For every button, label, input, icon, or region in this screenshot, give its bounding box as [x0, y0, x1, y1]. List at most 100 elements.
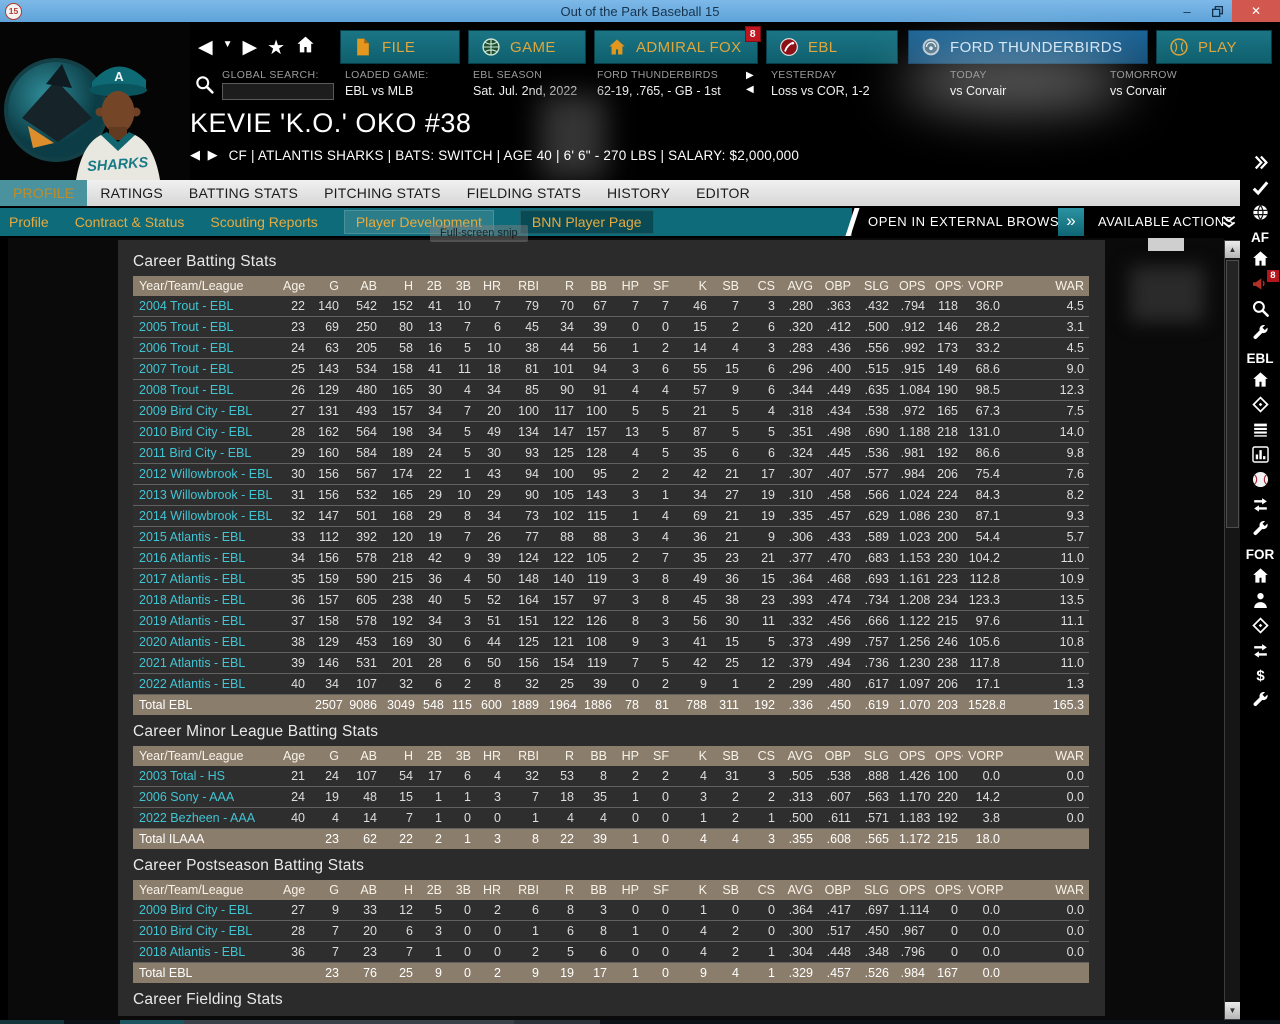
year-team-link[interactable]: 2007 Trout - EBL: [133, 358, 278, 380]
tab-editor[interactable]: EDITOR: [683, 180, 763, 206]
open-external-browser-button[interactable]: OPEN IN EXTERNAL BROWSER: [868, 208, 1078, 236]
column-header: WAR: [1005, 880, 1089, 900]
ebl-transactions-button[interactable]: [1251, 494, 1270, 515]
year-team-link[interactable]: 2015 Atlantis - EBL: [133, 526, 278, 548]
stat-cell: 28.2: [963, 316, 1005, 338]
tab-batting-stats[interactable]: BATTING STATS: [176, 180, 311, 206]
for-transactions-button[interactable]: [1251, 640, 1270, 661]
nav-button-ebl[interactable]: EBL: [766, 30, 898, 64]
year-team-link[interactable]: 2009 Bird City - EBL: [133, 400, 278, 422]
total-cell: 23: [310, 828, 344, 849]
year-team-link[interactable]: 2016 Atlantis - EBL: [133, 547, 278, 569]
scroll-down-button[interactable]: ▼: [1225, 1002, 1240, 1019]
nav-button-admiral-fox[interactable]: ADMIRAL FOX 8: [594, 26, 761, 64]
vertical-scrollbar[interactable]: ▲ ▼: [1224, 240, 1241, 1020]
af-home-button[interactable]: [1251, 248, 1270, 269]
stat-cell: 2: [644, 673, 674, 695]
subtab-profile[interactable]: Profile: [9, 214, 49, 230]
subtab-scouting-reports[interactable]: Scouting Reports: [210, 214, 317, 230]
year-team-link[interactable]: 2012 Willowbrook - EBL: [133, 463, 278, 485]
af-news-button[interactable]: 8: [1251, 270, 1279, 294]
maximize-button[interactable]: [1202, 0, 1232, 22]
stat-cell: 52: [476, 589, 506, 611]
year-team-link[interactable]: 2003 Total - HS: [133, 766, 278, 787]
back-icon[interactable]: ◀: [198, 36, 213, 59]
year-team-link[interactable]: 2010 Bird City - EBL: [133, 920, 278, 942]
nav-button-game[interactable]: GAME: [468, 30, 586, 64]
year-team-link[interactable]: 2019 Atlantis - EBL: [133, 610, 278, 632]
year-team-link[interactable]: 2022 Atlantis - EBL: [133, 673, 278, 695]
close-button[interactable]: ✕: [1232, 0, 1280, 22]
home-icon[interactable]: [295, 34, 316, 60]
tab-ratings[interactable]: RATINGS: [87, 180, 176, 206]
nav-button-file[interactable]: FILE: [340, 30, 460, 64]
scroll-up-button[interactable]: ▲: [1225, 241, 1240, 258]
nav-button-play[interactable]: PLAY: [1156, 30, 1272, 64]
year-team-link[interactable]: 2018 Atlantis - EBL: [133, 941, 278, 963]
year-team-link[interactable]: 2006 Sony - AAA: [133, 786, 278, 808]
year-team-link[interactable]: 2011 Bird City - EBL: [133, 442, 278, 464]
tab-profile[interactable]: PROFILE: [0, 180, 88, 206]
stat-cell: 38: [712, 589, 744, 611]
year-team-link[interactable]: 2022 Bezheen - AAA: [133, 807, 278, 829]
available-actions-button[interactable]: AVAILABLE ACTIONS: [1098, 208, 1234, 236]
subtab-contract-status[interactable]: Contract & Status: [75, 214, 185, 230]
for-roster-button[interactable]: [1251, 590, 1270, 611]
history-dropdown-icon[interactable]: ▼: [223, 39, 233, 50]
year-team-link[interactable]: 2018 Atlantis - EBL: [133, 589, 278, 611]
ebl-field-button[interactable]: [1251, 394, 1270, 415]
stat-cell: 98.5: [963, 379, 1005, 401]
forward-icon[interactable]: ▶: [243, 36, 258, 59]
subtab-bnn-player-page[interactable]: BNN Player Page: [519, 210, 654, 234]
stat-cell: 107: [344, 673, 382, 695]
stat-cell: 63: [310, 337, 344, 359]
year-team-link[interactable]: 2013 Willowbrook - EBL: [133, 484, 278, 506]
prev-next-player-arrows[interactable]: ◀ ▶: [190, 147, 220, 163]
for-home-button[interactable]: [1251, 565, 1270, 586]
global-search-input[interactable]: [222, 83, 334, 100]
year-team-link[interactable]: 2008 Trout - EBL: [133, 379, 278, 401]
year-team-link[interactable]: 2004 Trout - EBL: [133, 296, 278, 317]
bookmark-star-icon[interactable]: ★: [267, 35, 285, 60]
year-team-link[interactable]: 2021 Atlantis - EBL: [133, 652, 278, 674]
ebl-scores-button[interactable]: [1251, 469, 1270, 490]
chevron-double-down-icon[interactable]: [1220, 213, 1238, 236]
stat-cell: 13: [612, 421, 644, 443]
stat-cell: 0: [612, 807, 644, 829]
af-search-button[interactable]: [1251, 298, 1270, 319]
stat-cell: 1: [447, 786, 476, 808]
for-finances-button[interactable]: $: [1251, 665, 1270, 686]
stat-cell: 2: [644, 766, 674, 787]
tab-pitching-stats[interactable]: PITCHING STATS: [311, 180, 454, 206]
for-field-button[interactable]: [1251, 615, 1270, 636]
tab-history[interactable]: HISTORY: [594, 180, 683, 206]
year-team-link[interactable]: 2017 Atlantis - EBL: [133, 568, 278, 590]
scrollbar-thumb[interactable]: [1226, 260, 1239, 528]
prev-next-day-arrows[interactable]: ▶ ◀: [746, 69, 760, 97]
af-options-button[interactable]: [1251, 323, 1270, 344]
chevrons-right-icon[interactable]: »: [1058, 208, 1084, 236]
year-team-link[interactable]: 2014 Willowbrook - EBL: [133, 505, 278, 527]
year-team-link[interactable]: 2005 Trout - EBL: [133, 316, 278, 338]
stat-cell: 6: [476, 316, 506, 338]
minimize-button[interactable]: –: [1172, 0, 1202, 22]
year-team-link[interactable]: 2020 Atlantis - EBL: [133, 631, 278, 653]
ebl-stats-button[interactable]: [1251, 444, 1270, 465]
ebl-options-button[interactable]: [1251, 519, 1270, 540]
confirm-button[interactable]: [1251, 177, 1270, 198]
stat-cell: 5: [544, 941, 579, 963]
ebl-lineup-button[interactable]: [1251, 419, 1270, 440]
for-options-button[interactable]: [1251, 690, 1270, 711]
stat-cell: 19: [744, 484, 780, 506]
collapse-panel-button[interactable]: [1251, 152, 1270, 173]
stat-cell: .984: [894, 463, 930, 485]
tab-fielding-stats[interactable]: FIELDING STATS: [454, 180, 594, 206]
ebl-home-button[interactable]: [1251, 369, 1270, 390]
stat-cell: 4: [644, 505, 674, 527]
world-button[interactable]: [1251, 202, 1270, 223]
year-team-link[interactable]: 2010 Bird City - EBL: [133, 421, 278, 443]
stat-cell: .571: [856, 807, 894, 829]
year-team-link[interactable]: 2009 Bird City - EBL: [133, 900, 278, 921]
stat-cell: 121: [544, 631, 579, 653]
year-team-link[interactable]: 2006 Trout - EBL: [133, 337, 278, 359]
